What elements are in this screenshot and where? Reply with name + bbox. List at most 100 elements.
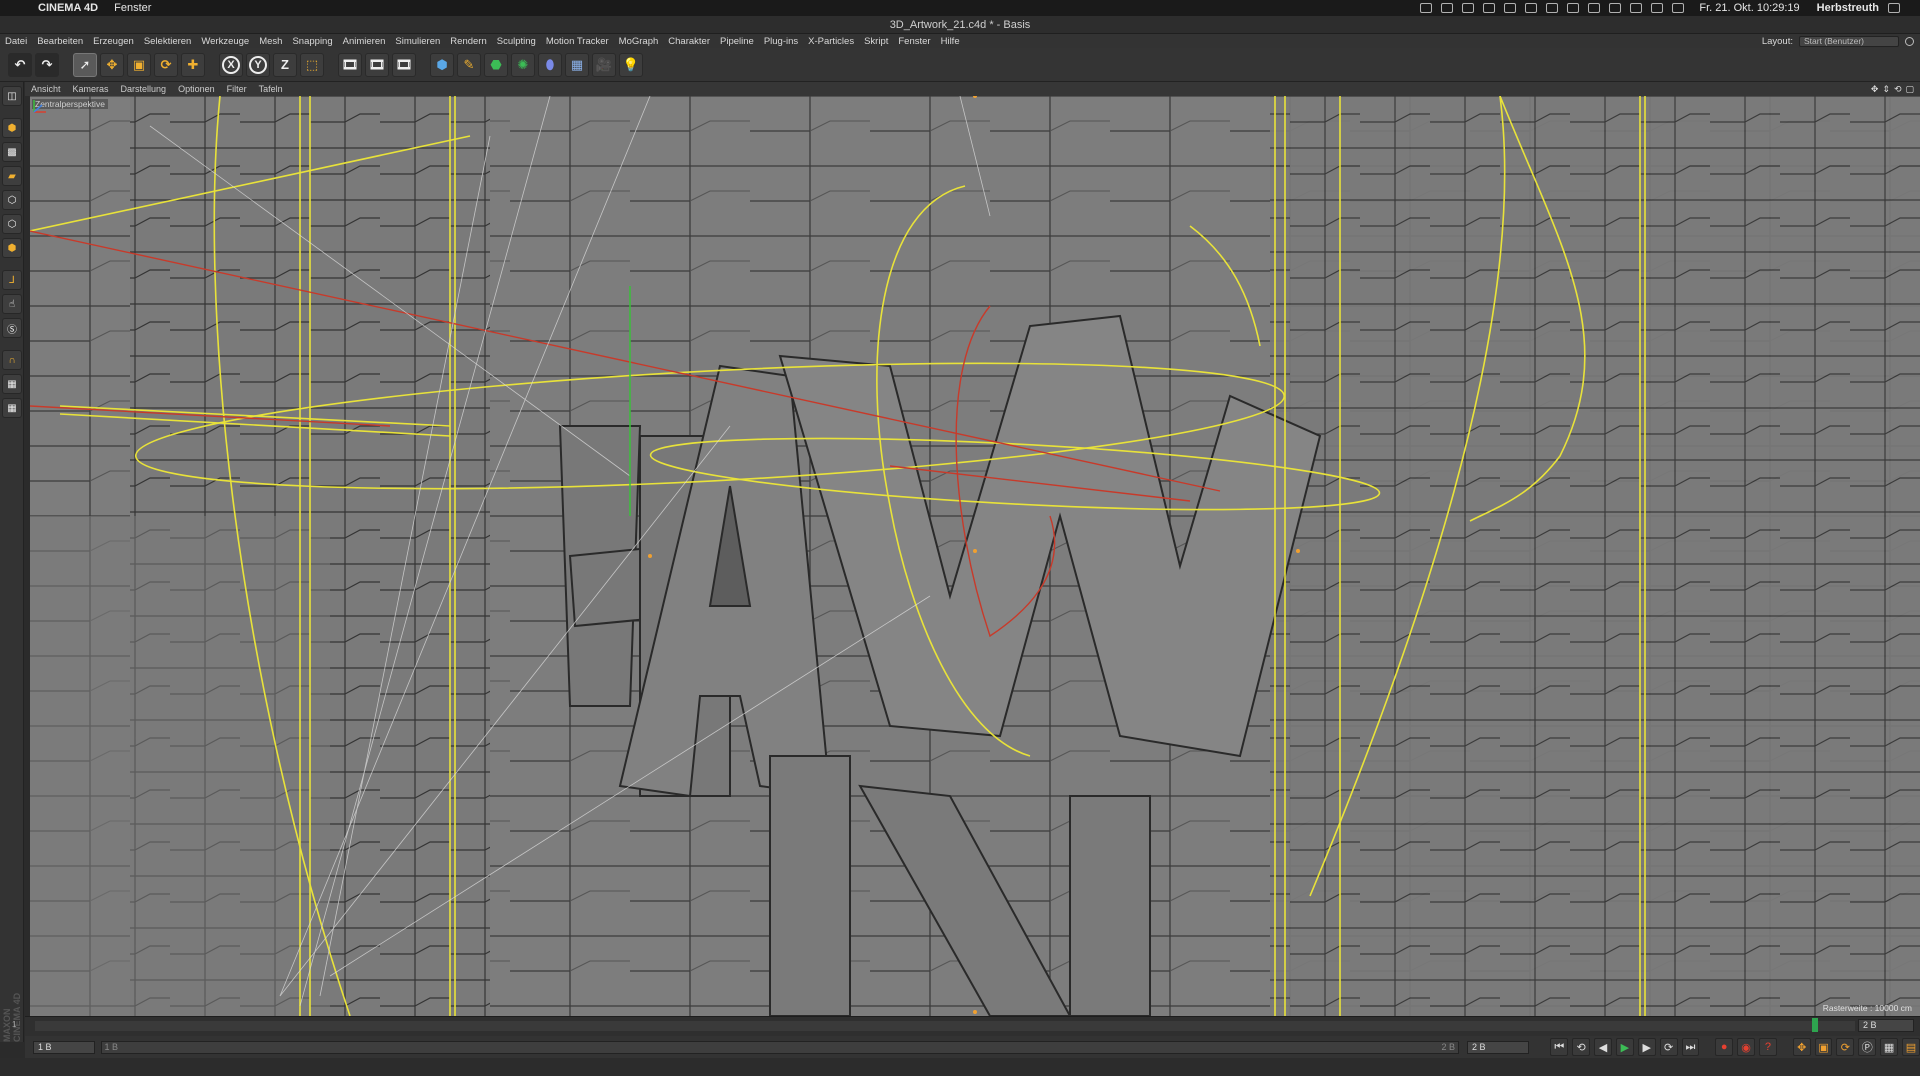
next-frame-icon[interactable]: ▶ <box>1637 1038 1656 1056</box>
3d-viewport[interactable]: Zentralperspektive Rasterweite : 10000 c… <box>30 96 1920 1016</box>
menu-mesh[interactable]: Mesh <box>254 36 287 47</box>
coordinate-system-icon[interactable]: ⬚ <box>300 52 324 77</box>
menu-mograph[interactable]: MoGraph <box>614 36 664 47</box>
polygons-mode-icon[interactable]: ⬢ <box>2 238 22 258</box>
dropbox-icon[interactable] <box>1441 3 1454 13</box>
menu-erzeugen[interactable]: Erzeugen <box>88 36 139 47</box>
grid-icon[interactable]: ▦ <box>2 398 22 418</box>
mac-menu-fenster[interactable]: Fenster <box>114 2 151 14</box>
light-icon[interactable]: 💡 <box>619 52 643 77</box>
model-mode-icon[interactable]: ⬢ <box>2 118 22 138</box>
menu-x-particles[interactable]: X-Particles <box>803 36 859 47</box>
undo-icon[interactable]: ↶ <box>8 52 32 77</box>
timeline-window-icon[interactable]: ▤ <box>1902 1038 1920 1056</box>
zoom-view-icon[interactable]: ⇕ <box>1882 84 1890 95</box>
menu-werkzeuge[interactable]: Werkzeuge <box>196 36 254 47</box>
maximize-view-icon[interactable]: ▢ <box>1905 84 1914 95</box>
menubar-user[interactable]: Herbstreuth <box>1817 2 1879 14</box>
points-mode-icon[interactable]: ⬡ <box>2 190 22 210</box>
vp-menu-kameras[interactable]: Kameras <box>67 84 115 94</box>
wifi-icon[interactable] <box>1672 3 1685 13</box>
record-icon[interactable]: ● <box>1715 1038 1734 1056</box>
menubar-clock[interactable]: Fr. 21. Okt. 10:29:19 <box>1699 2 1799 14</box>
menu-snapping[interactable]: Snapping <box>287 36 337 47</box>
pla-key-icon[interactable]: ▦ <box>1880 1038 1899 1056</box>
redo-icon[interactable]: ↷ <box>35 52 59 77</box>
camera-icon[interactable]: 🎥 <box>592 52 616 77</box>
timeline[interactable] <box>25 1016 1920 1036</box>
min-frame-field[interactable]: 2 B <box>1466 1040 1529 1054</box>
menu-datei[interactable]: Datei <box>0 36 32 47</box>
timeline-ruler[interactable] <box>35 1021 1855 1031</box>
location-icon[interactable] <box>1567 3 1580 13</box>
timemachine-icon[interactable] <box>1546 3 1559 13</box>
prev-frame-icon[interactable]: ◀ <box>1594 1038 1612 1056</box>
list-icon[interactable] <box>1888 3 1900 13</box>
vp-menu-ansicht[interactable]: Ansicht <box>25 84 67 94</box>
menu-rendern[interactable]: Rendern <box>445 36 491 47</box>
menu-selektieren[interactable]: Selektieren <box>139 36 197 47</box>
next-key-icon[interactable]: ⟳ <box>1659 1038 1678 1056</box>
menu-simulieren[interactable]: Simulieren <box>390 36 445 47</box>
menu-skript[interactable]: Skript <box>859 36 893 47</box>
prev-key-icon[interactable]: ⟲ <box>1572 1038 1591 1056</box>
layout-select[interactable]: Start (Benutzer) <box>1799 35 1899 47</box>
cube-icon[interactable]: ⬢ <box>430 52 454 77</box>
scale-key-icon[interactable]: ▣ <box>1814 1038 1833 1056</box>
vp-menu-darstellung[interactable]: Darstellung <box>115 84 173 94</box>
keyframe-selection-icon[interactable]: ? <box>1759 1038 1777 1056</box>
menu-motion-tracker[interactable]: Motion Tracker <box>541 36 614 47</box>
timeline-end-frame[interactable]: 2 B <box>1858 1019 1914 1032</box>
volume-icon[interactable] <box>1651 3 1664 13</box>
play-icon[interactable]: ▶ <box>1615 1038 1634 1056</box>
menu-charakter[interactable]: Charakter <box>663 36 715 47</box>
menu-pipeline[interactable]: Pipeline <box>715 36 759 47</box>
render-settings-icon[interactable]: 🎞 <box>392 52 416 77</box>
go-to-start-icon[interactable]: ⏮ <box>1550 1038 1569 1056</box>
menu-plugins[interactable]: Plug-ins <box>759 36 803 47</box>
pen-spline-icon[interactable]: ✎ <box>457 52 481 77</box>
floor-icon[interactable]: ▦ <box>565 52 589 77</box>
rotate-icon[interactable]: ⟳ <box>154 52 178 77</box>
vp-menu-tafeln[interactable]: Tafeln <box>253 84 289 94</box>
timeline-playhead[interactable] <box>1812 1018 1818 1032</box>
display-icon[interactable] <box>1483 3 1496 13</box>
menu-bearbeiten[interactable]: Bearbeiten <box>32 36 88 47</box>
c-app-icon[interactable] <box>1504 3 1517 13</box>
move-view-icon[interactable]: ✥ <box>1871 84 1879 95</box>
array-icon[interactable]: ✺ <box>511 52 535 77</box>
move-icon[interactable]: ✥ <box>100 52 124 77</box>
add-icon[interactable]: ✚ <box>181 52 205 77</box>
menu-fenster[interactable]: Fenster <box>893 36 935 47</box>
param-key-icon[interactable]: Ⓟ <box>1858 1038 1877 1056</box>
x-axis-lock[interactable]: X <box>219 52 243 77</box>
notification-icon[interactable] <box>1462 3 1475 13</box>
app-name-menu[interactable]: CINEMA 4D <box>38 2 98 14</box>
y-axis-lock[interactable]: Y <box>246 52 270 77</box>
lock-workplane-icon[interactable]: ▦ <box>2 374 22 394</box>
deformer-icon[interactable]: ⬮ <box>538 52 562 77</box>
texture-mode-icon[interactable]: ▩ <box>2 142 22 162</box>
security-icon[interactable] <box>1588 3 1601 13</box>
battery-icon[interactable] <box>1609 3 1622 13</box>
tweak-mode-icon[interactable]: ☝ <box>2 294 22 314</box>
menu-hilfe[interactable]: Hilfe <box>936 36 965 47</box>
menu-animieren[interactable]: Animieren <box>338 36 391 47</box>
menu-sculpting[interactable]: Sculpting <box>492 36 541 47</box>
preview-range-slider[interactable]: 1 B 2 B <box>100 1040 1459 1054</box>
bluetooth-icon[interactable] <box>1630 3 1643 13</box>
vp-menu-filter[interactable]: Filter <box>221 84 253 94</box>
select-icon[interactable]: ➚ <box>73 52 97 77</box>
magnet-icon[interactable]: ∩ <box>2 350 22 370</box>
position-key-icon[interactable]: ✥ <box>1792 1038 1811 1056</box>
sync-icon[interactable] <box>1525 3 1538 13</box>
render-picture-viewer-icon[interactable]: 🎞 <box>365 52 389 77</box>
scale-icon[interactable]: ▣ <box>127 52 151 77</box>
z-axis-lock[interactable]: Z <box>273 52 297 77</box>
rotation-key-icon[interactable]: ⟳ <box>1836 1038 1855 1056</box>
workplane-icon[interactable]: ▰ <box>2 166 22 186</box>
search-icon[interactable] <box>1905 36 1914 46</box>
axis-mode-icon[interactable]: ⅃ <box>2 270 22 290</box>
rotate-view-icon[interactable]: ⟲ <box>1894 84 1902 95</box>
render-view-icon[interactable]: 🎞 <box>338 52 362 77</box>
